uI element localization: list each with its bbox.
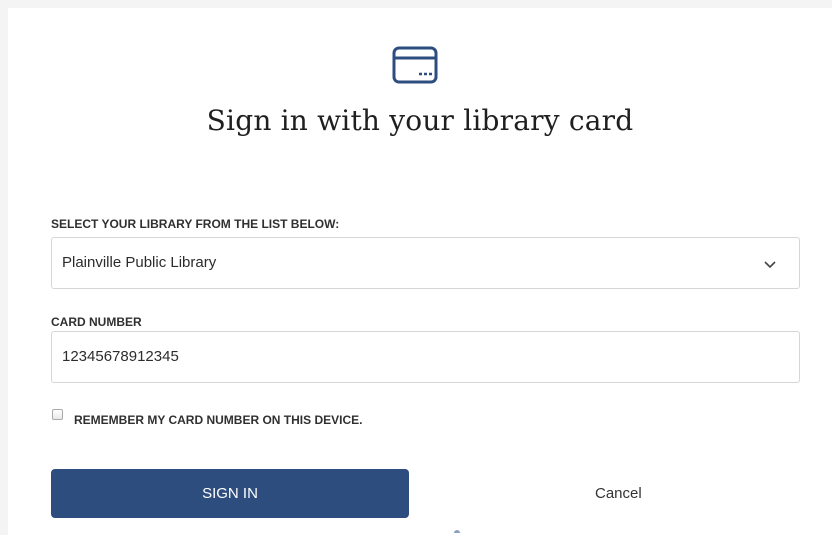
library-select-label: SELECT YOUR LIBRARY FROM THE LIST BELOW: xyxy=(51,217,340,231)
sign-in-dialog: Sign in with your library card SELECT YO… xyxy=(8,8,832,535)
sign-in-button[interactable]: SIGN IN xyxy=(51,469,409,518)
decorative-mark xyxy=(454,530,460,533)
remember-card-checkbox[interactable] xyxy=(52,409,63,420)
remember-card-label[interactable]: REMEMBER MY CARD NUMBER ON THIS DEVICE. xyxy=(74,413,362,427)
library-select-value: Plainville Public Library xyxy=(62,254,217,271)
card-number-label: CARD NUMBER xyxy=(51,315,142,329)
library-select[interactable]: Plainville Public Library xyxy=(51,237,800,289)
card-number-input[interactable]: 12345678912345 xyxy=(51,331,800,383)
chevron-down-icon xyxy=(763,257,777,271)
dialog-title: Sign in with your library card xyxy=(206,104,634,137)
cancel-button[interactable]: Cancel xyxy=(595,485,642,502)
library-card-icon xyxy=(392,46,438,86)
card-number-value: 12345678912345 xyxy=(62,348,179,365)
